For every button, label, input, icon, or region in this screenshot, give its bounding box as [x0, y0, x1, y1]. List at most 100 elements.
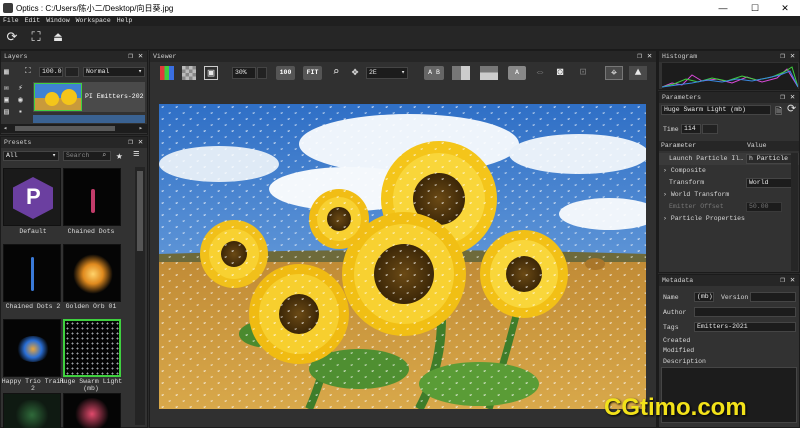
- viewer-title: Viewer: [153, 53, 177, 60]
- zoom-fit-button[interactable]: FIT: [303, 66, 322, 80]
- watermark: CGtimo.com: [604, 394, 747, 421]
- viewer-canvas[interactable]: [159, 104, 646, 409]
- histogram-view-icon[interactable]: ▲: [629, 66, 647, 80]
- float-panel-icon[interactable]: ❐: [126, 137, 135, 148]
- mask-icon[interactable]: ⊡: [576, 66, 590, 80]
- preset-label: Huge Swarm Light (mb): [59, 378, 123, 392]
- layer-fx-icon[interactable]: ⚡: [18, 83, 32, 95]
- menu-workspace[interactable]: Workspace: [73, 16, 114, 26]
- float-panel-icon[interactable]: ❐: [778, 275, 787, 286]
- close-panel-icon[interactable]: ✕: [788, 275, 797, 286]
- version-field[interactable]: [750, 292, 796, 302]
- col-value: Value: [747, 142, 767, 149]
- zoom-field[interactable]: 30%: [232, 67, 256, 79]
- close-panel-icon[interactable]: ✕: [645, 51, 654, 62]
- created-label: Created: [663, 337, 691, 344]
- close-panel-icon[interactable]: ✕: [136, 137, 145, 148]
- link-icon[interactable]: ⇔: [533, 66, 547, 80]
- export-icon[interactable]: ⏏: [50, 30, 66, 46]
- preset-thumb-chained-dots-2[interactable]: [3, 244, 61, 302]
- blend-mode-select[interactable]: Normal ▾: [83, 67, 145, 77]
- preset-thumb-happy-trio[interactable]: [3, 319, 61, 377]
- preset-thumb-partial-2[interactable]: [63, 393, 121, 428]
- presets-header: Presets ❐ ✕: [1, 137, 147, 148]
- magnifier-icon[interactable]: ⌕: [329, 66, 343, 80]
- opacity-stepper[interactable]: [65, 67, 79, 77]
- preset-label: Happy Trio Trail 2: [1, 378, 65, 392]
- minimize-button[interactable]: —: [708, 1, 738, 15]
- close-panel-icon[interactable]: ✕: [136, 51, 145, 62]
- float-panel-icon[interactable]: ❐: [635, 51, 644, 62]
- parameters-table-header: Parameter Value: [659, 141, 799, 151]
- float-panel-icon[interactable]: ❐: [126, 51, 135, 62]
- ab-compare-button[interactable]: A B: [424, 66, 444, 80]
- name-field[interactable]: (mb): [694, 292, 714, 302]
- target-crosshair-icon[interactable]: ⌖: [605, 66, 623, 80]
- crop-icon[interactable]: ⛶: [28, 30, 44, 46]
- favorite-star-icon[interactable]: ★: [116, 149, 123, 163]
- main-toolbar: ⟳ ⛶ ⏏: [0, 26, 800, 50]
- preset-thumb-huge-swarm-selected[interactable]: [63, 319, 121, 377]
- emitter-offset-field[interactable]: 50.00: [746, 202, 782, 212]
- layer-new-icon[interactable]: ✉: [4, 83, 16, 95]
- viewer-header: Viewer ❐ ✕: [150, 51, 656, 62]
- opacity-field[interactable]: 100.00: [39, 67, 63, 77]
- presets-scrollbar[interactable]: [135, 167, 145, 425]
- snapshot-camera-icon[interactable]: ◙: [553, 66, 567, 80]
- layer-lock-icon[interactable]: ▪: [18, 107, 32, 119]
- checkerboard-icon[interactable]: [182, 66, 196, 80]
- layer-grid-icon[interactable]: ▦: [4, 67, 14, 77]
- layers-header: Layers ❐ ✕: [1, 51, 147, 62]
- time-stepper[interactable]: [702, 124, 718, 134]
- parameter-composite[interactable]: › Composite: [663, 167, 706, 174]
- maximize-button[interactable]: ☐: [740, 1, 770, 15]
- preset-filter-select[interactable]: All ▾: [3, 151, 59, 161]
- layer-screen-icon[interactable]: ▣: [4, 95, 16, 107]
- reset-icon[interactable]: ⟳: [787, 102, 796, 116]
- save-preset-icon[interactable]: 🗎: [775, 104, 782, 120]
- a-view-button[interactable]: A: [508, 66, 526, 80]
- pan-move-icon[interactable]: ✥: [348, 66, 362, 80]
- author-field[interactable]: [694, 307, 796, 317]
- refresh-icon[interactable]: ⟳: [4, 30, 20, 46]
- time-field[interactable]: 114: [681, 124, 701, 134]
- split-view-icon[interactable]: [452, 66, 470, 80]
- layer-transform-icon[interactable]: ⛶: [25, 67, 35, 76]
- parameters-scrollbar[interactable]: [791, 153, 798, 271]
- parameter-world-transform[interactable]: › World Transform: [663, 191, 729, 198]
- layers-scrollbar[interactable]: ◂ ▸: [1, 124, 147, 133]
- preset-label: Chained Dots 2: [5, 303, 61, 310]
- preset-name-field[interactable]: Huge Swarm Light (mb): [661, 105, 771, 115]
- menu-file[interactable]: File: [0, 16, 22, 26]
- rgb-channels-icon[interactable]: [160, 66, 174, 80]
- parameters-header: Parameters ❐ ✕: [659, 92, 799, 103]
- menu-help[interactable]: Help: [114, 16, 136, 26]
- parameters-title: Parameters: [662, 94, 702, 101]
- preset-thumb-default[interactable]: P: [3, 168, 61, 226]
- preset-thumb-partial-1[interactable]: [3, 393, 61, 428]
- zoom-100-button[interactable]: 100: [276, 66, 295, 80]
- layer-row[interactable]: PI Emitters-202: [33, 82, 145, 112]
- layer-eye-icon[interactable]: ◉: [18, 95, 32, 107]
- split-horizontal-icon[interactable]: [480, 66, 498, 80]
- metadata-header: Metadata ❐ ✕: [659, 275, 799, 286]
- layer-doc-icon[interactable]: ▤: [4, 107, 16, 119]
- window-title: Optics : C:/Users/陈小二/Desktop/向日葵.jpg: [16, 4, 174, 13]
- search-icon[interactable]: ⌕: [102, 151, 106, 160]
- close-panel-icon[interactable]: ✕: [788, 51, 797, 62]
- preset-thumb-chained-dots[interactable]: [63, 168, 121, 226]
- menu-lines-icon[interactable]: ≡: [133, 149, 140, 161]
- menu-window[interactable]: Window: [43, 16, 72, 26]
- layer-row-2[interactable]: [33, 115, 145, 123]
- presets-title: Presets: [4, 139, 32, 146]
- preset-thumb-golden-orb[interactable]: [63, 244, 121, 302]
- zoom-stepper[interactable]: [257, 67, 267, 79]
- close-button[interactable]: ✕: [770, 1, 800, 15]
- menu-edit[interactable]: Edit: [22, 16, 44, 26]
- view-mode-select[interactable]: 2E ▾: [366, 67, 408, 79]
- frame-icon[interactable]: ▣: [204, 66, 218, 80]
- float-panel-icon[interactable]: ❐: [778, 51, 787, 62]
- tags-field[interactable]: Emitters-2021: [694, 322, 796, 332]
- parameter-particle-properties[interactable]: › Particle Properties: [663, 215, 745, 222]
- float-panel-icon[interactable]: ❐: [778, 92, 787, 103]
